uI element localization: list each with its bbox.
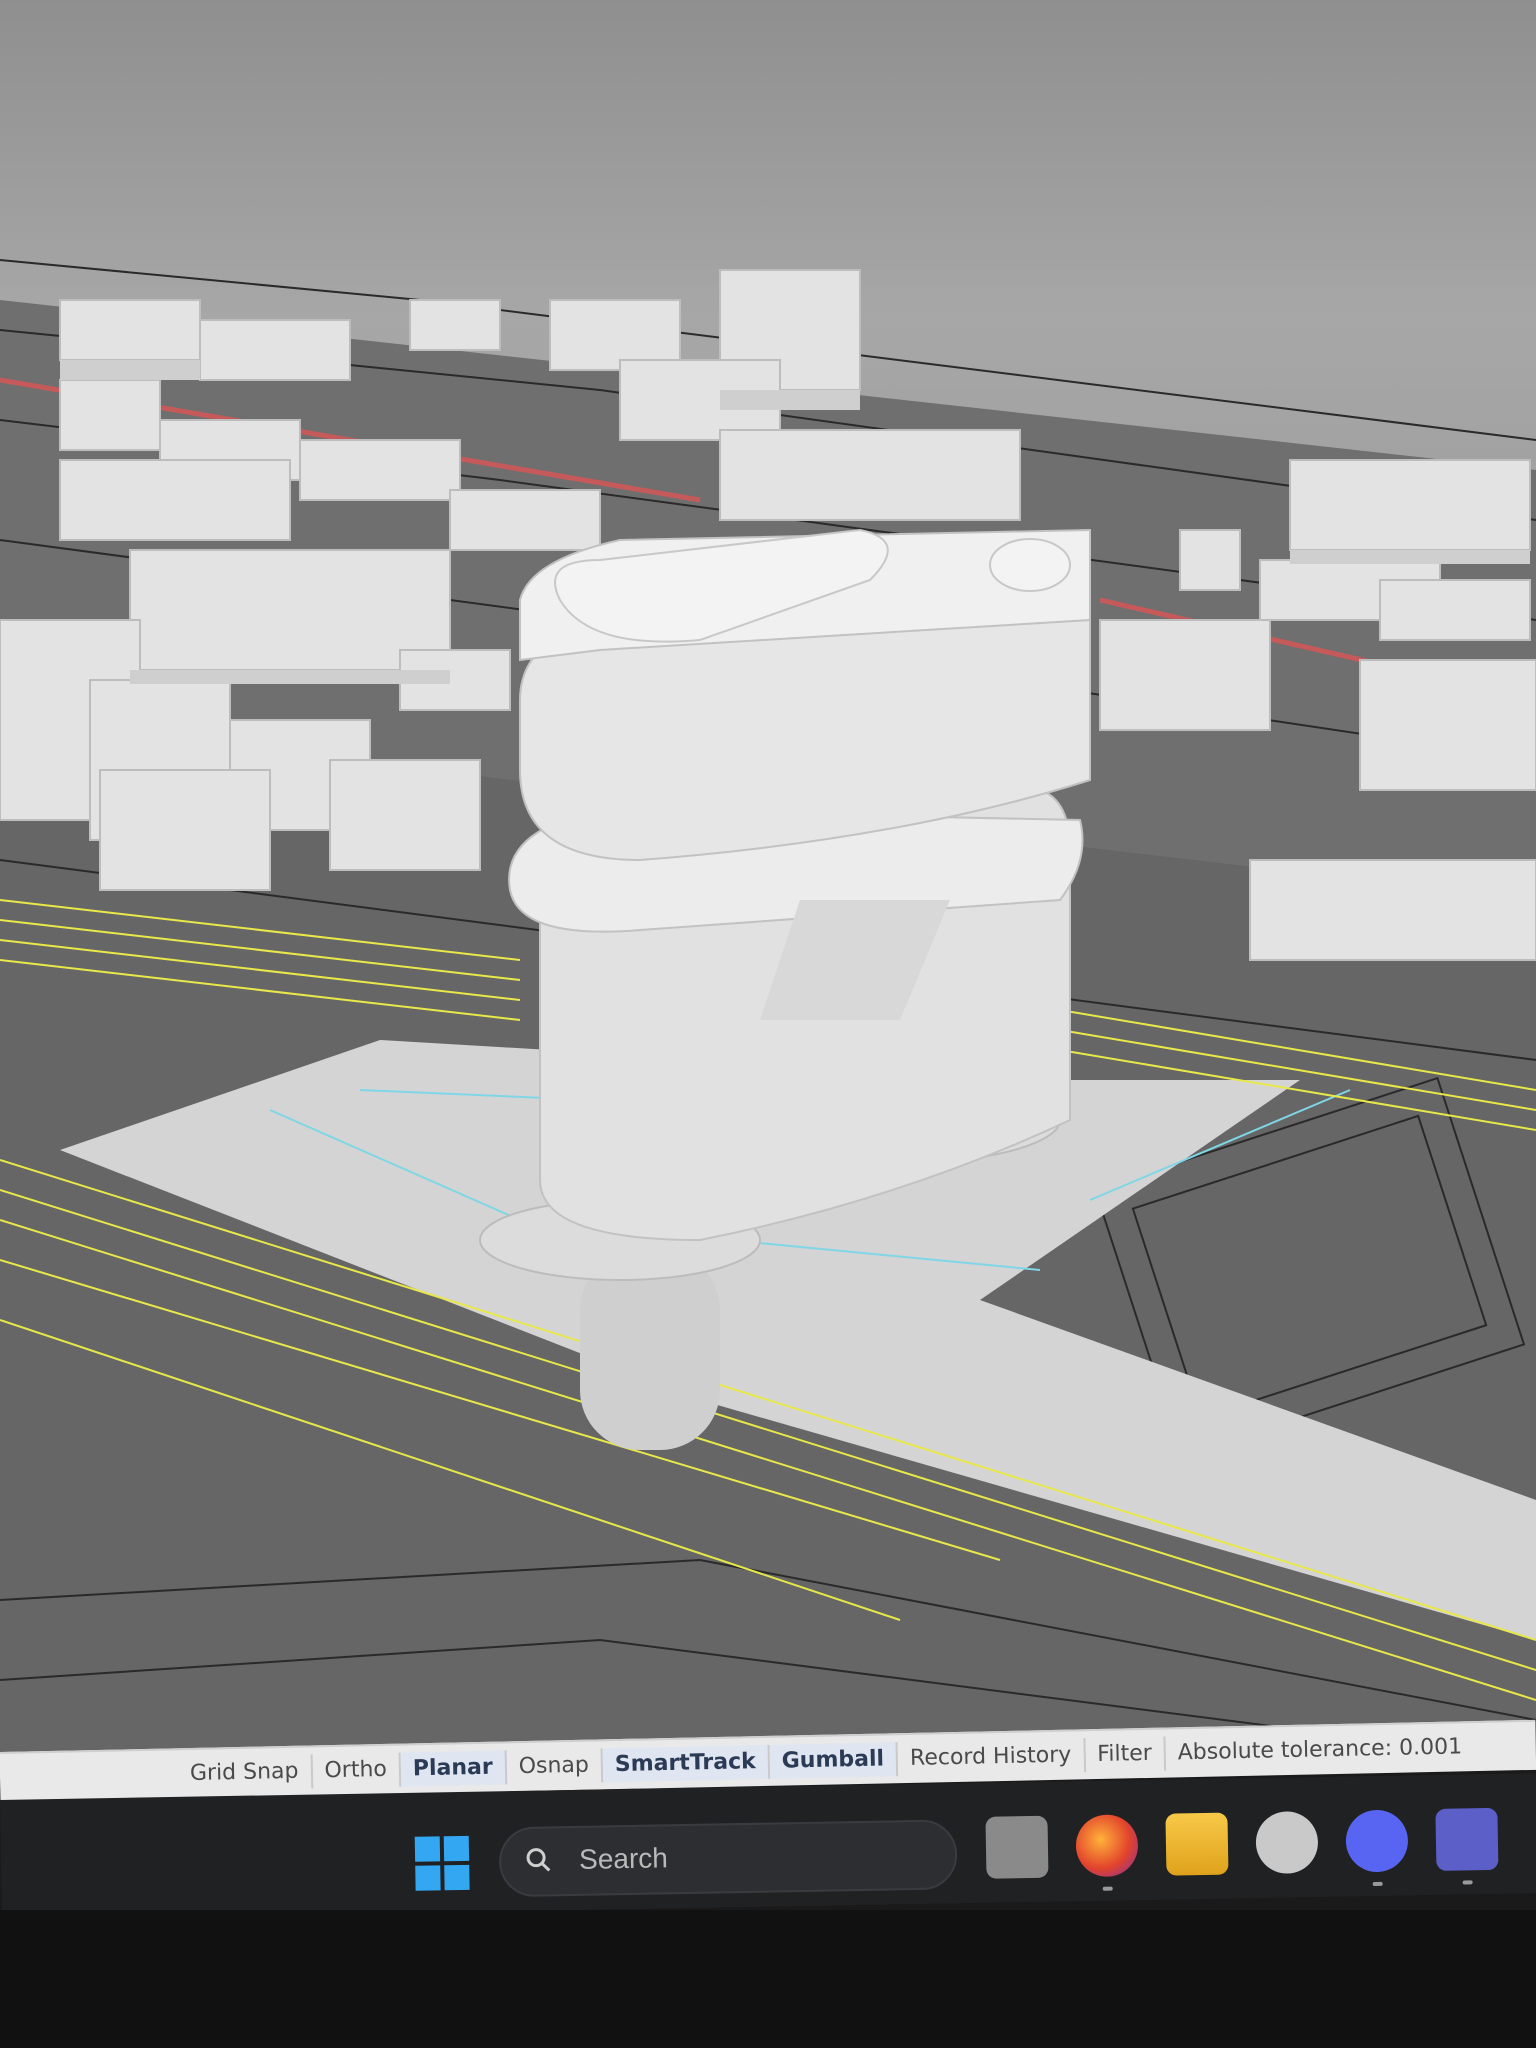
status-pane-planar[interactable]: Planar (400, 1750, 508, 1787)
taskbar-search-box[interactable]: Search (498, 1819, 958, 1898)
status-pane-record-history[interactable]: Record History (897, 1738, 1086, 1777)
absolute-tolerance-readout: Absolute tolerance: 0.001 (1177, 1734, 1463, 1766)
windows-taskbar: Search (0, 1773, 1536, 1920)
status-pane-ortho[interactable]: Ortho (312, 1752, 402, 1789)
status-pane-grid-snap[interactable]: Grid Snap (177, 1754, 313, 1792)
windows-start-icon[interactable] (414, 1835, 472, 1893)
firefox-icon[interactable] (1075, 1814, 1139, 1891)
status-pane-osnap[interactable]: Osnap (506, 1748, 604, 1785)
file-explorer-icon[interactable] (1165, 1812, 1229, 1876)
rhino-3d-viewport[interactable] (0, 0, 1536, 1760)
status-pane-filter[interactable]: Filter (1084, 1736, 1167, 1773)
creative-cloud-icon[interactable] (1255, 1811, 1319, 1875)
search-label: Search (578, 1842, 669, 1875)
task-view-icon[interactable] (985, 1815, 1049, 1879)
monitor-bezel (0, 1910, 1536, 2048)
status-pane-smarttrack[interactable]: SmartTrack (602, 1744, 771, 1783)
status-pane-gumball[interactable]: Gumball (769, 1742, 899, 1779)
discord-icon[interactable] (1345, 1809, 1409, 1887)
search-icon (526, 1848, 551, 1872)
teams-icon[interactable] (1435, 1807, 1499, 1885)
viewport-scene (0, 259, 1536, 1760)
